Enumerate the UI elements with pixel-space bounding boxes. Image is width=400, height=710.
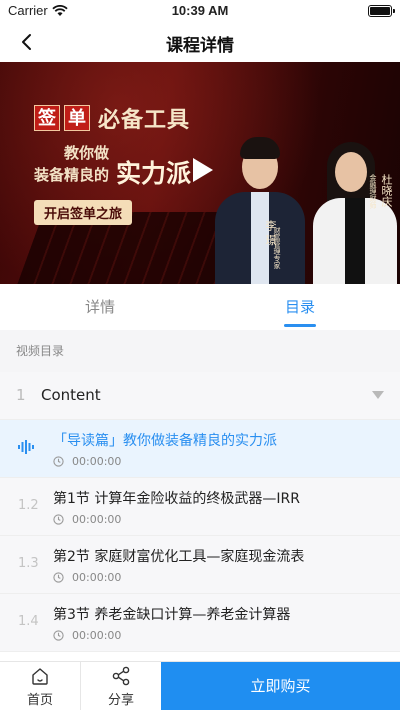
lesson-title: 第3节 养老金缺口计算—养老金计算器 bbox=[53, 607, 291, 623]
play-icon[interactable] bbox=[186, 155, 216, 185]
lesson-meta: 00:00:00 bbox=[53, 571, 121, 584]
banner-line3: 实力派 bbox=[116, 159, 192, 188]
presenter-female-name: 杜晓庆 bbox=[380, 174, 393, 207]
chapter-index: 1 bbox=[16, 386, 26, 404]
lesson-duration: 00:00:00 bbox=[72, 571, 122, 584]
chevron-down-icon bbox=[372, 391, 384, 399]
home-label: 首页 bbox=[26, 693, 53, 708]
bottom-action-bar: 首页 分享 立即购买 bbox=[0, 661, 400, 710]
battery-icon bbox=[368, 5, 395, 17]
course-video-banner[interactable]: 签 单 必备工具 教你做 装备精良的 实力派 开启签单之旅 李 璟 财富管理专家… bbox=[0, 62, 400, 284]
lesson-index: 1.4 bbox=[18, 614, 39, 629]
headline-tag-char: 签 bbox=[34, 105, 60, 131]
share-icon bbox=[112, 666, 130, 686]
clock-icon bbox=[53, 514, 64, 525]
lesson-title: 第2节 家庭财富优化工具—家庭现金流表 bbox=[53, 549, 305, 565]
catalog-section-header: 视频目录 bbox=[0, 330, 400, 372]
buy-now-button[interactable]: 立即购买 bbox=[161, 662, 400, 710]
active-tab-indicator bbox=[284, 324, 316, 327]
lesson-item[interactable]: 1.3 第2节 家庭财富优化工具—家庭现金流表 00:00:00 bbox=[0, 536, 400, 594]
page-title: 课程详情 bbox=[166, 36, 234, 56]
share-label: 分享 bbox=[107, 693, 134, 708]
banner-cta-label: 开启签单之旅 bbox=[34, 200, 133, 225]
lesson-meta: 00:00:00 bbox=[53, 513, 121, 526]
lesson-meta: 00:00:00 bbox=[53, 629, 121, 642]
tab-details[interactable]: 详情 bbox=[0, 284, 200, 330]
clock-icon bbox=[53, 630, 64, 641]
tab-bar: 详情 目录 bbox=[0, 284, 400, 330]
lesson-duration: 00:00:00 bbox=[72, 455, 122, 468]
lesson-item[interactable]: 1.2 第1节 计算年金险收益的终极武器—IRR 00:00:00 bbox=[0, 478, 400, 536]
clock-icon bbox=[53, 456, 64, 467]
home-button[interactable]: 首页 bbox=[0, 662, 80, 710]
lesson-index: 1.2 bbox=[18, 498, 39, 513]
home-icon bbox=[32, 668, 48, 685]
lesson-item[interactable]: 「导读篇」教你做装备精良的实力派 00:00:00 bbox=[0, 420, 400, 478]
audio-playing-icon bbox=[18, 440, 34, 454]
lesson-title: 「导读篇」教你做装备精良的实力派 bbox=[53, 433, 277, 449]
chapter-title: Content bbox=[41, 386, 101, 404]
headline-text: 必备工具 bbox=[98, 107, 191, 133]
lesson-item[interactable]: 1.4 第3节 养老金缺口计算—养老金计算器 00:00:00 bbox=[0, 594, 400, 652]
share-button[interactable]: 分享 bbox=[81, 662, 161, 710]
banner-headline: 签 单 必备工具 bbox=[34, 102, 190, 134]
banner-line1: 教你做 bbox=[64, 144, 110, 162]
clock-icon bbox=[53, 572, 64, 583]
lesson-title: 第1节 计算年金险收益的终极武器—IRR bbox=[53, 491, 300, 507]
nav-bar: 课程详情 bbox=[0, 22, 400, 62]
headline-tag-char: 单 bbox=[64, 105, 90, 131]
lesson-duration: 00:00:00 bbox=[72, 629, 122, 642]
presenter-female-title: 金融理财师 bbox=[369, 174, 377, 209]
lesson-duration: 00:00:00 bbox=[72, 513, 122, 526]
presenter-male-title: 财富管理专家 bbox=[273, 227, 281, 269]
lesson-index: 1.3 bbox=[18, 556, 39, 571]
presenter-male-image bbox=[210, 137, 310, 284]
banner-line2: 装备精良的 bbox=[34, 166, 110, 184]
status-bar: Carrier 10:39 AM bbox=[0, 0, 400, 22]
chapter-row[interactable]: 1 Content bbox=[0, 372, 400, 420]
status-time: 10:39 AM bbox=[171, 3, 229, 18]
lesson-meta: 00:00:00 bbox=[53, 455, 121, 468]
presenter-female-image bbox=[305, 142, 400, 284]
